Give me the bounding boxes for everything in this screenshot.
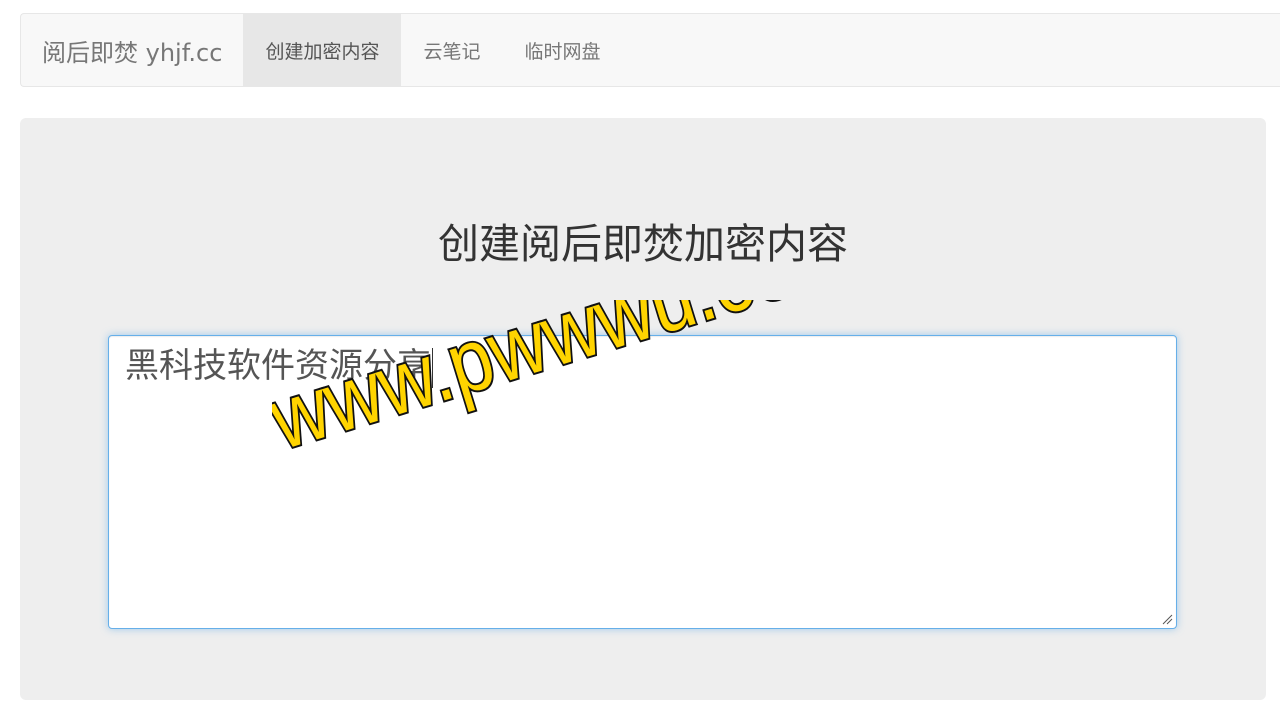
nav-item-temp-disk[interactable]: 临时网盘 xyxy=(502,14,622,86)
page-title: 创建阅后即焚加密内容 xyxy=(438,220,848,268)
nav-item-create-encrypted[interactable]: 创建加密内容 xyxy=(243,14,402,86)
textarea-value: 黑科技软件资源分享 xyxy=(125,346,433,388)
top-navbar: 阅后即焚 yhjf.cc 创建加密内容 云笔记 临时网盘 xyxy=(20,13,1280,87)
resize-handle-icon[interactable] xyxy=(1161,613,1173,625)
main-panel: 创建阅后即焚加密内容 黑科技软件资源分享 xyxy=(20,118,1266,700)
text-caret xyxy=(432,347,433,388)
brand-link[interactable]: 阅后即焚 yhjf.cc xyxy=(21,14,243,86)
content-textarea[interactable]: 黑科技软件资源分享 xyxy=(108,335,1177,629)
nav-item-cloud-notes[interactable]: 云笔记 xyxy=(401,14,502,86)
